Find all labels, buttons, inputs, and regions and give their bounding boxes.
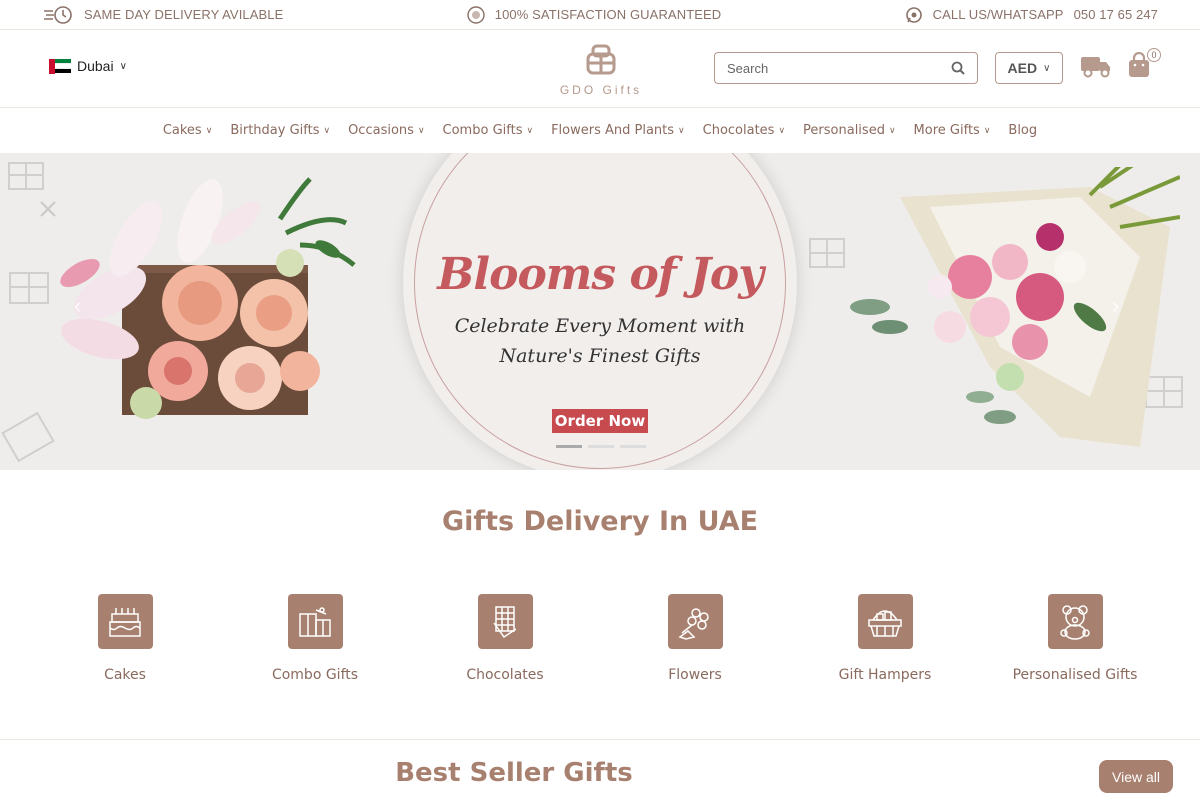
hero-subtitle: Celebrate Every Moment with Nature's Fin… (400, 311, 800, 371)
category-label: Flowers (668, 667, 722, 683)
top-info-bar: SAME DAY DELIVERY AVILABLE 100% SATISFAC… (0, 0, 1200, 30)
site-header: Dubai ∨ GDO Gifts AED ∨ 0 (0, 30, 1200, 108)
category-item-chocolates[interactable]: Chocolates (410, 594, 600, 683)
chevron-down-icon: ∨ (119, 60, 127, 72)
nav-item-combo-gifts[interactable]: Combo Gifts ∨ (434, 123, 543, 138)
nav-item-more-gifts[interactable]: More Gifts ∨ (905, 123, 1000, 138)
category-item-cakes[interactable]: Cakes (30, 594, 220, 683)
category-label: Personalised Gifts (1012, 667, 1138, 683)
delivery-info: SAME DAY DELIVERY AVILABLE (42, 5, 283, 25)
whatsapp-icon (905, 6, 923, 24)
nav-item-birthday-gifts[interactable]: Birthday Gifts ∨ (221, 123, 339, 138)
city-name: Dubai (77, 58, 114, 74)
category-label: Gift Hampers (838, 667, 932, 683)
order-now-button[interactable]: Order Now (552, 409, 648, 433)
currency-value: AED (1007, 60, 1038, 76)
logo-text: GDO Gifts (559, 83, 643, 97)
cart-button[interactable]: 0 (1127, 48, 1161, 83)
carousel-prev-icon[interactable]: ‹ (74, 293, 81, 319)
chevron-down-icon: ∨ (983, 125, 991, 136)
nav-label: Occasions (348, 122, 414, 138)
chevron-down-icon: ∨ (417, 125, 425, 136)
currency-selector[interactable]: AED ∨ (995, 52, 1063, 84)
nav-label: Birthday Gifts (230, 122, 320, 138)
cake-icon (97, 594, 153, 649)
guarantee-badge-icon (467, 5, 485, 24)
carousel-next-icon[interactable]: › (1112, 293, 1119, 319)
bouquet-icon (667, 594, 723, 649)
nav-item-personalised[interactable]: Personalised ∨ (794, 123, 905, 138)
call-label: CALL US/WHATSAPP (932, 7, 1064, 22)
nav-label: Personalised (803, 122, 885, 138)
carousel-dot-active[interactable] (556, 445, 582, 448)
chevron-down-icon: ∨ (205, 125, 213, 136)
gift-outline-icon (8, 162, 44, 190)
gift-box-icon (287, 594, 343, 649)
chevron-down-icon: ∨ (678, 125, 685, 136)
search-box[interactable] (714, 52, 978, 84)
bouquet-image (850, 167, 1180, 447)
category-list: Cakes Combo Gifts Chocolates Flowers Gif… (30, 594, 1170, 683)
nav-item-chocolates[interactable]: Chocolates ∨ (694, 123, 794, 138)
hero-banner[interactable]: Blooms of Joy Celebrate Every Moment wit… (0, 153, 1200, 470)
category-item-gift-hampers[interactable]: Gift Hampers (790, 594, 980, 683)
nav-item-cakes[interactable]: Cakes ∨ (154, 123, 221, 138)
category-label: Cakes (104, 667, 146, 683)
carousel-dot[interactable] (588, 445, 614, 448)
section-divider (0, 739, 1200, 740)
hamper-basket-icon (857, 594, 913, 649)
nav-label: Combo Gifts (442, 122, 523, 138)
category-item-combo-gifts[interactable]: Combo Gifts (220, 594, 410, 683)
hero-subtitle-line2: Nature's Finest Gifts (499, 345, 701, 367)
carousel-dots (556, 445, 646, 448)
view-all-button[interactable]: View all (1099, 760, 1173, 793)
nav-label: Blog (1008, 122, 1038, 138)
nav-label: Flowers And Plants (551, 122, 675, 138)
carousel-dot[interactable] (620, 445, 646, 448)
search-input[interactable] (727, 60, 927, 76)
nav-label: Chocolates (702, 122, 775, 138)
nav-item-flowers-and-plants[interactable]: Flowers And Plants ∨ (542, 123, 694, 138)
nav-label: Cakes (162, 122, 202, 138)
category-label: Chocolates (466, 667, 544, 683)
nav-item-occasions[interactable]: Occasions ∨ (339, 123, 433, 138)
chevron-down-icon: ∨ (323, 125, 331, 136)
chevron-down-icon: ∨ (1043, 62, 1051, 74)
fast-delivery-icon (42, 5, 74, 25)
guarantee-info: 100% SATISFACTION GUARANTEED (467, 5, 722, 24)
guarantee-text: 100% SATISFACTION GUARANTEED (494, 7, 722, 22)
chevron-down-icon: ∨ (526, 125, 534, 136)
chocolate-bar-icon (477, 594, 533, 649)
site-logo[interactable]: GDO Gifts (555, 44, 647, 97)
nav-item-blog[interactable]: Blog (999, 123, 1046, 138)
cart-count-badge: 0 (1147, 48, 1161, 62)
category-label: Combo Gifts (271, 667, 359, 683)
hero-title: Blooms of Joy (437, 249, 764, 300)
main-nav: Cakes ∨ Birthday Gifts ∨ Occasions ∨ Combo … (0, 108, 1200, 152)
flower-box-image (60, 177, 356, 419)
hero-subtitle-line1: Celebrate Every Moment with (454, 315, 746, 337)
city-selector[interactable]: Dubai ∨ (49, 58, 127, 74)
uae-flag-icon (49, 58, 71, 74)
delivery-truck-icon[interactable] (1080, 54, 1112, 83)
categories-title: Gifts Delivery In UAE (441, 506, 759, 537)
delivery-text: SAME DAY DELIVERY AVILABLE (84, 7, 284, 22)
category-item-flowers[interactable]: Flowers (600, 594, 790, 683)
category-item-personalised-gifts[interactable]: Personalised Gifts (980, 594, 1170, 683)
search-icon[interactable] (951, 61, 965, 75)
phone-number[interactable]: 050 17 65 247 (1074, 7, 1158, 22)
nav-label: More Gifts (913, 122, 980, 138)
gift-logo-icon (586, 44, 616, 75)
chevron-down-icon: ∨ (888, 125, 896, 136)
chevron-down-icon: ∨ (778, 125, 786, 136)
contact-info[interactable]: CALL US/WHATSAPP 050 17 65 247 (905, 6, 1158, 24)
teddy-bear-icon (1047, 594, 1103, 649)
bestseller-title: Best Seller Gifts (395, 758, 633, 788)
